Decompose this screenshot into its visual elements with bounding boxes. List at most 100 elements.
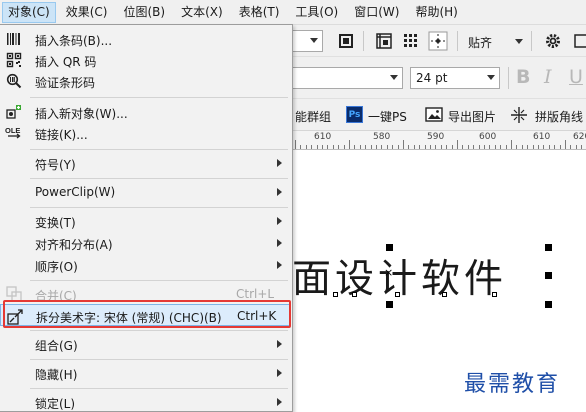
property-bar: 24 pt B I U [289,57,586,99]
ruler-tick [489,145,491,149]
bold-button[interactable]: B [516,66,530,88]
selection-handle[interactable] [386,301,393,308]
ruler-tick [462,145,464,149]
ruler-tick [343,145,345,149]
menu-item-combine[interactable]: 合并(C) Ctrl+L [0,283,291,305]
submenu-arrow-icon [277,239,282,247]
ruler-tick [500,145,502,149]
ruler-tick [316,145,318,149]
center-mark-icon: × [384,266,394,279]
node-handle[interactable] [492,292,497,297]
selection-handle[interactable] [545,244,552,251]
selection-handle[interactable] [545,272,552,279]
ruler-tick [327,145,329,149]
menu-effects[interactable]: 效果(C) [60,2,114,23]
menu-item-insert-new-object[interactable]: 插入新对象(W)... [0,101,291,123]
ruler-tick [381,145,383,149]
selection-handle[interactable] [386,244,393,251]
ruler-label: 610 [533,132,551,142]
selection-handle[interactable] [545,301,552,308]
node-handle[interactable] [395,292,400,297]
menu-table[interactable]: 表格(T) [233,2,286,23]
guidelines-icon[interactable] [427,30,449,52]
menu-item-hide[interactable]: 隐藏(H) [0,362,291,384]
menu-object[interactable]: 对象(C) [2,1,56,23]
ruler-tick [392,145,394,149]
menu-item-label: 链接(K)... [35,128,88,142]
node-handle[interactable] [352,292,357,297]
gear-icon[interactable] [542,30,564,52]
menu-item-powerclip[interactable]: PowerClip(W) [0,181,291,203]
italic-button[interactable]: I [544,66,552,88]
one-click-ps-button[interactable]: 一键PS [368,108,407,125]
imposition-crop-marks-button[interactable]: 拼版角线 [535,108,583,125]
menu-item-label: 对齐和分布(A) [35,238,113,252]
combine-icon [5,285,23,303]
menu-item-insert-qr-code[interactable]: 插入 QR 码 [0,49,291,71]
options-icon[interactable] [571,30,586,52]
ruler-tick [575,145,577,149]
menu-item-label: 符号(Y) [35,158,76,172]
crop-marks-icon [508,104,530,126]
ruler-tick [332,145,334,149]
ruler-tick [538,145,539,149]
menu-window[interactable]: 窗口(W) [348,2,405,23]
watermark-logo: 最需教育 [464,372,561,397]
break-apart-icon [6,307,24,325]
menu-tools[interactable]: 工具(O) [289,2,344,23]
svg-text:OLE: OLE [5,126,20,135]
full-screen-icon[interactable] [335,30,357,52]
underline-button[interactable]: U [569,66,583,88]
menu-item-break-apart-artistic-text[interactable]: 拆分美术字: 宋体 (常规) (CHC)(B) Ctrl+K [0,304,291,326]
submenu-arrow-icon [277,159,282,167]
menu-text[interactable]: 文本(X) [175,2,229,23]
node-handle[interactable] [442,292,447,297]
menu-item-insert-barcode[interactable]: 插入条码(B)... [0,28,291,50]
menu-item-label: 插入 QR 码 [35,55,97,69]
font-size-dropdown[interactable]: 24 pt [410,67,500,89]
ruler-tick [527,145,529,149]
menu-item-validate-barcode[interactable]: 验证条形码 [0,70,291,92]
barcode-icon [5,30,23,48]
menu-help[interactable]: 帮助(H) [409,2,463,23]
ruler-tick [440,145,442,149]
horizontal-ruler[interactable]: 610 580 590 600 610 620 [293,131,586,150]
menu-item-group[interactable]: 组合(G) [0,333,291,355]
smart-group-button[interactable]: 能群组 [295,108,331,125]
menu-item-transform[interactable]: 变换(T) [0,210,291,232]
ruler-tick [505,145,507,149]
menu-item-shortcut: Ctrl+K [237,309,277,323]
submenu-arrow-icon [277,369,282,377]
menu-item-align-distribute[interactable]: 对齐和分布(A) [0,232,291,254]
menu-bar: 对象(C) 效果(C) 位图(B) 文本(X) 表格(T) 工具(O) 窗口(W… [0,0,586,25]
ruler-label: 600 [479,132,497,142]
menu-item-links[interactable]: OLE 链接(K)... [0,122,291,144]
ruler-tick [554,145,556,149]
zoom-dropdown[interactable] [289,30,323,52]
menu-item-label: 变换(T) [35,216,76,230]
ruler-tick [370,145,372,149]
menu-item-lock[interactable]: 锁定(L) [0,391,291,412]
ole-link-icon: OLE [5,124,23,142]
ruler-label: 620 [573,132,586,142]
menu-bitmaps[interactable]: 位图(B) [118,2,172,23]
grid-icon[interactable] [400,30,422,52]
node-handle[interactable] [333,292,338,297]
menu-item-label: 插入条码(B)... [35,34,113,48]
ruler-tick [494,145,496,149]
ruler-tick [397,145,399,149]
submenu-arrow-icon [277,217,282,225]
object-menu: 插入条码(B)... 插入 QR 码 验证条形码 插入新对象(W)... OLE… [0,24,293,412]
font-list-dropdown[interactable] [289,67,403,89]
snap-to-label[interactable]: 贴齐 [468,34,492,51]
photoshop-icon: Ps [346,106,363,123]
menu-item-label: 组合(G) [35,339,78,353]
menu-item-order[interactable]: 顺序(O) [0,254,291,276]
snap-dropdown-arrow-icon[interactable] [515,39,523,44]
menu-item-symbol[interactable]: 符号(Y) [0,152,291,174]
ruler-tick [581,145,583,149]
export-image-button[interactable]: 导出图片 [448,108,496,125]
ruler-tick [548,145,550,149]
ruler-tick [516,145,518,149]
rulers-icon[interactable] [373,30,395,52]
